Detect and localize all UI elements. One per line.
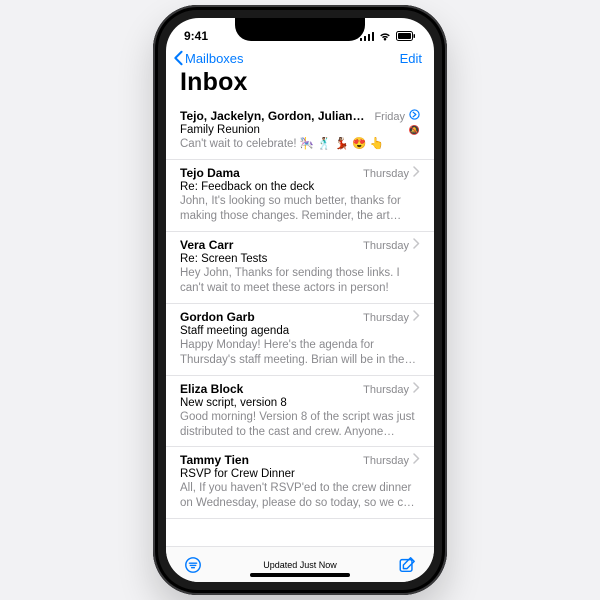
message-preview: All, If you haven't RSVP'ed to the crew … <box>180 481 420 511</box>
message-preview: John, It's looking so much better, thank… <box>180 194 420 224</box>
chevron-right-icon <box>413 166 420 177</box>
message-preview: Good morning! Version 8 of the script wa… <box>180 410 420 440</box>
message-preview: Happy Monday! Here's the agenda for Thur… <box>180 338 420 368</box>
message-sender: Vera Carr <box>180 238 357 252</box>
message-sender: Tejo, Jackelyn, Gordon, Juliana... <box>180 109 368 123</box>
back-label: Mailboxes <box>185 51 244 66</box>
filter-button[interactable] <box>184 556 202 574</box>
compose-icon <box>398 556 416 574</box>
chevron-right-icon <box>413 453 420 464</box>
message-subject: Re: Screen Tests <box>180 253 420 265</box>
notch <box>235 18 365 41</box>
chevron-right-icon <box>413 238 420 249</box>
message-row[interactable]: Gordon Garb ThursdayStaff meeting agendaH… <box>166 304 434 376</box>
home-indicator[interactable] <box>250 573 350 577</box>
message-list[interactable]: Tejo, Jackelyn, Gordon, Juliana... Friday… <box>166 103 434 546</box>
title-row: Inbox <box>166 68 434 103</box>
chevron-left-icon <box>172 50 184 66</box>
wifi-icon <box>378 31 392 41</box>
message-date: Thursday <box>363 384 409 396</box>
back-button[interactable]: Mailboxes <box>172 50 244 66</box>
message-date: Thursday <box>363 240 409 252</box>
message-subject: Re: Feedback on the deck <box>180 181 420 193</box>
filter-icon <box>184 556 202 574</box>
message-date: Thursday <box>363 168 409 180</box>
message-subject: New script, version 8 <box>180 397 420 409</box>
message-subject: RSVP for Crew Dinner <box>180 468 420 480</box>
muted-icon: 🔕 <box>409 125 420 136</box>
message-preview: Can't wait to celebrate! 🎠 🕺🏽 💃🏽 😍 👆 <box>180 137 420 152</box>
message-row[interactable]: Tejo Dama ThursdayRe: Feedback on the dec… <box>166 160 434 232</box>
message-date: Thursday <box>363 455 409 467</box>
message-sender: Gordon Garb <box>180 310 357 324</box>
message-sender: Tammy Tien <box>180 453 357 467</box>
message-date: Friday <box>374 111 405 123</box>
chevron-right-icon <box>413 310 420 321</box>
edit-button[interactable]: Edit <box>400 51 422 66</box>
compose-button[interactable] <box>398 556 416 574</box>
status-right <box>360 31 416 41</box>
thread-accessory-icon <box>409 109 420 120</box>
message-date: Thursday <box>363 312 409 324</box>
battery-icon <box>396 31 416 41</box>
message-row[interactable]: Eliza Block ThursdayNew script, version 8… <box>166 376 434 448</box>
message-subject: Staff meeting agenda <box>180 325 420 337</box>
message-sender: Eliza Block <box>180 382 357 396</box>
page-title: Inbox <box>180 68 420 97</box>
message-row[interactable]: Vera Carr ThursdayRe: Screen TestsHey Joh… <box>166 232 434 304</box>
chevron-right-icon <box>413 382 420 393</box>
message-sender: Tejo Dama <box>180 166 357 180</box>
iphone-frame: 9:41 Mailboxes Edit Inbox Tejo, Jackelyn… <box>153 5 447 595</box>
message-subject: Family Reunion <box>180 124 420 136</box>
message-row[interactable]: Tammy Tien ThursdayRSVP for Crew DinnerAl… <box>166 447 434 519</box>
screen: 9:41 Mailboxes Edit Inbox Tejo, Jackelyn… <box>166 18 434 582</box>
toolbar-status: Updated Just Now <box>263 560 337 570</box>
nav-bar: Mailboxes Edit <box>166 48 434 68</box>
status-time: 9:41 <box>184 29 208 43</box>
message-preview: Hey John, Thanks for sending those links… <box>180 266 420 296</box>
message-row[interactable]: Tejo, Jackelyn, Gordon, Juliana... Friday… <box>166 103 434 160</box>
